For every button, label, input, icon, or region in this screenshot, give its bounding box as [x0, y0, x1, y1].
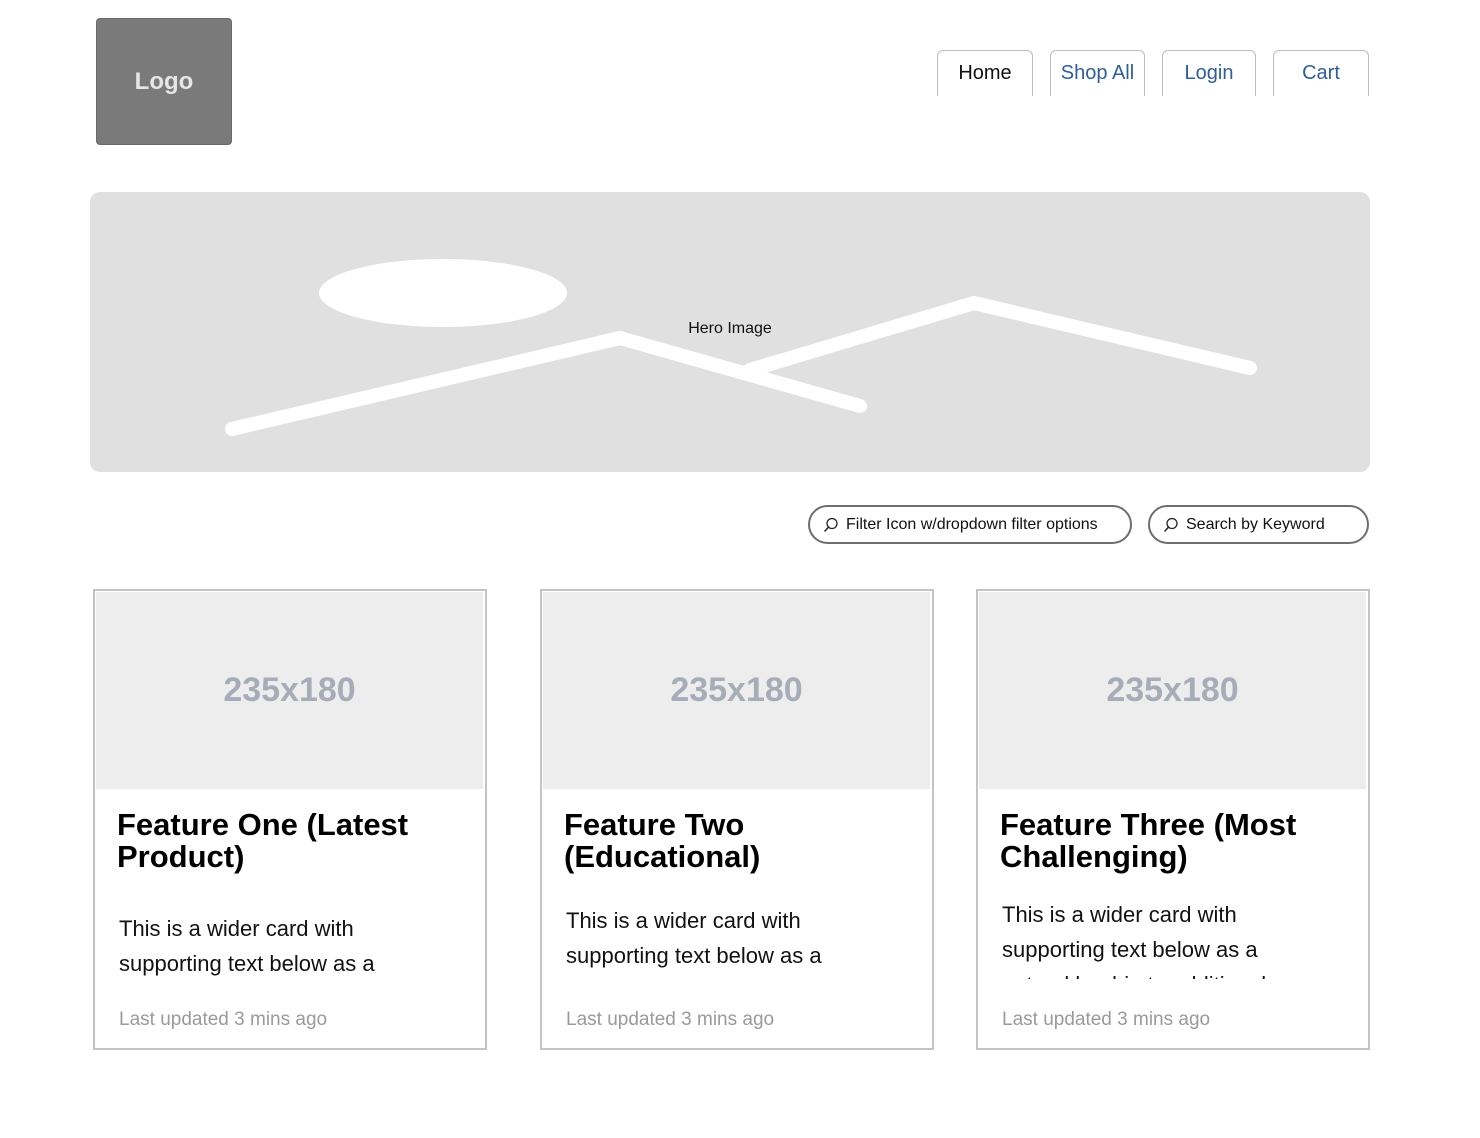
- filter-input-pill[interactable]: [808, 505, 1132, 544]
- card-image-placeholder: 235x180: [96, 592, 483, 789]
- card-title: Feature Three (Most Challenging): [1000, 807, 1297, 874]
- keyword-search-pill[interactable]: [1148, 505, 1369, 544]
- hero-label: Hero Image: [688, 320, 772, 337]
- card-image-placeholder: 235x180: [543, 592, 930, 789]
- nav-tab-login[interactable]: Login: [1162, 50, 1256, 96]
- card-updated-meta: Last updated 3 mins ago: [566, 1009, 775, 1030]
- nav-tab-cart[interactable]: Cart: [1273, 50, 1369, 96]
- keyword-search-input[interactable]: [1186, 515, 1367, 534]
- search-icon: [1164, 517, 1178, 532]
- nav-tab-home[interactable]: Home: [937, 50, 1033, 96]
- card-text: This is a wider card with supporting tex…: [566, 908, 822, 968]
- feature-card-one[interactable]: 235x180 Feature One (Latest Product) Thi…: [93, 589, 487, 1050]
- card-title: Feature One (Latest Product): [117, 807, 409, 874]
- logo[interactable]: Logo: [96, 18, 232, 145]
- card-text: This is a wider card with supporting tex…: [1002, 902, 1266, 979]
- nav-tab-shop-all[interactable]: Shop All: [1050, 50, 1145, 96]
- filter-input[interactable]: [846, 515, 1130, 534]
- feature-card-three[interactable]: 235x180 Feature Three (Most Challenging)…: [976, 589, 1370, 1050]
- card-updated-meta: Last updated 3 mins ago: [119, 1009, 328, 1030]
- hero-image: Hero Image: [90, 192, 1370, 472]
- card-title: Feature Two (Educational): [564, 807, 761, 874]
- card-updated-meta: Last updated 3 mins ago: [1002, 1009, 1211, 1030]
- card-image-placeholder: 235x180: [979, 592, 1366, 789]
- search-icon: [824, 517, 838, 532]
- feature-card-two[interactable]: 235x180 Feature Two (Educational) This i…: [540, 589, 934, 1050]
- card-text: This is a wider card with supporting tex…: [119, 916, 375, 976]
